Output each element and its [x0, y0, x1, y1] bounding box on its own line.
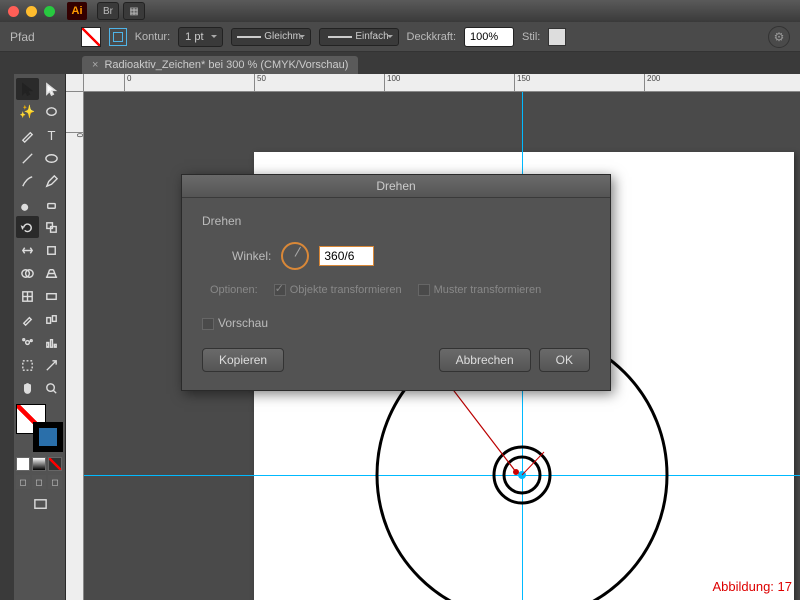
panel-collapse-strip[interactable] — [0, 74, 14, 600]
stroke-swatch[interactable] — [109, 28, 127, 46]
brush-dropdown[interactable]: Einfach — [319, 28, 399, 46]
perspective-grid-tool[interactable] — [40, 262, 63, 284]
angle-label: Winkel: — [232, 249, 271, 263]
draw-normal-button[interactable]: ◻ — [16, 475, 30, 489]
minimize-window-button[interactable] — [26, 6, 37, 17]
direct-selection-tool[interactable] — [40, 78, 63, 100]
artboard-tool[interactable] — [16, 354, 39, 376]
color-mode-button[interactable] — [16, 457, 30, 471]
paintbrush-tool[interactable] — [16, 170, 39, 192]
stroke-indicator[interactable] — [33, 422, 63, 452]
ellipse-tool[interactable] — [40, 147, 63, 169]
canvas-area: 0 50 100 150 200 0 — [66, 74, 800, 600]
stroke-label: Kontur: — [135, 31, 170, 43]
symbol-sprayer-tool[interactable] — [16, 331, 39, 353]
tools-panel: ✨ T ◻ — [14, 74, 66, 600]
selection-tool[interactable] — [16, 78, 39, 100]
object-type-label: Pfad — [10, 30, 35, 44]
bridge-button[interactable]: Br — [97, 2, 119, 20]
shape-builder-tool[interactable] — [16, 262, 39, 284]
close-tab-icon[interactable]: × — [92, 59, 98, 71]
window-controls — [8, 6, 55, 17]
app-icon: Ai — [67, 2, 87, 20]
preview-checkbox[interactable]: Vorschau — [202, 316, 590, 330]
ruler-origin[interactable] — [66, 74, 84, 92]
draw-inside-button[interactable]: ◻ — [48, 475, 62, 489]
eyedropper-tool[interactable] — [16, 308, 39, 330]
pencil-tool[interactable] — [40, 170, 63, 192]
rotate-tool[interactable] — [16, 216, 39, 238]
figure-caption: Abbildung: 17 — [712, 579, 792, 594]
transform-objects-checkbox: Objekte transformieren — [274, 284, 402, 296]
type-tool[interactable]: T — [40, 124, 63, 146]
opacity-label: Deckkraft: — [407, 31, 457, 43]
angle-dial[interactable] — [281, 242, 309, 270]
style-swatch[interactable] — [548, 28, 566, 46]
eraser-tool[interactable] — [40, 193, 63, 215]
column-graph-tool[interactable] — [40, 331, 63, 353]
vertical-ruler[interactable]: 0 — [66, 92, 84, 600]
dialog-title: Drehen — [182, 175, 610, 198]
width-tool[interactable] — [16, 239, 39, 261]
options-label: Optionen: — [210, 284, 258, 296]
stroke-weight-dropdown[interactable]: 1 pt — [178, 27, 222, 47]
blob-brush-tool[interactable] — [16, 193, 39, 215]
angle-input[interactable] — [319, 246, 374, 266]
transform-patterns-checkbox: Muster transformieren — [418, 284, 542, 296]
copy-button[interactable]: Kopieren — [202, 348, 284, 372]
options-bar: Pfad Kontur: 1 pt Gleichm. Einfach Deckk… — [0, 22, 800, 52]
document-tab[interactable]: × Radioaktiv_Zeichen* bei 300 % (CMYK/Vo… — [82, 56, 358, 74]
ok-button[interactable]: OK — [539, 348, 590, 372]
close-window-button[interactable] — [8, 6, 19, 17]
maximize-window-button[interactable] — [44, 6, 55, 17]
line-tool[interactable] — [16, 147, 39, 169]
annotation-dot — [513, 469, 519, 475]
draw-behind-button[interactable]: ◻ — [32, 475, 46, 489]
gradient-mode-button[interactable] — [32, 457, 46, 471]
blend-tool[interactable] — [40, 308, 63, 330]
dialog-section-label: Drehen — [202, 214, 590, 228]
document-tab-title: Radioaktiv_Zeichen* bei 300 % (CMYK/Vors… — [104, 59, 348, 71]
zoom-tool[interactable] — [40, 377, 63, 399]
document-tab-bar: × Radioaktiv_Zeichen* bei 300 % (CMYK/Vo… — [0, 52, 800, 74]
hand-tool[interactable] — [16, 377, 39, 399]
free-transform-tool[interactable] — [40, 239, 63, 261]
lasso-tool[interactable] — [40, 101, 63, 123]
pen-tool[interactable] — [16, 124, 39, 146]
slice-tool[interactable] — [40, 354, 63, 376]
rotate-dialog: Drehen Drehen Winkel: Optionen: Objekte … — [181, 174, 611, 391]
style-label: Stil: — [522, 31, 540, 43]
mesh-tool[interactable] — [16, 285, 39, 307]
panel-options-icon[interactable]: ⚙ — [768, 26, 790, 48]
magic-wand-tool[interactable]: ✨ — [16, 101, 39, 123]
cancel-button[interactable]: Abbrechen — [439, 348, 531, 372]
fill-stroke-indicator[interactable] — [16, 404, 63, 452]
gradient-tool[interactable] — [40, 285, 63, 307]
scale-tool[interactable] — [40, 216, 63, 238]
stroke-profile-dropdown[interactable]: Gleichm. — [231, 28, 311, 46]
horizontal-ruler[interactable]: 0 50 100 150 200 — [84, 74, 800, 92]
fill-swatch[interactable] — [81, 27, 101, 47]
window-titlebar: Ai Br ▦ — [0, 0, 800, 22]
opacity-input[interactable] — [464, 27, 514, 47]
arrange-documents-button[interactable]: ▦ — [123, 2, 145, 20]
none-mode-button[interactable] — [48, 457, 62, 471]
screen-mode-button[interactable] — [16, 493, 64, 515]
